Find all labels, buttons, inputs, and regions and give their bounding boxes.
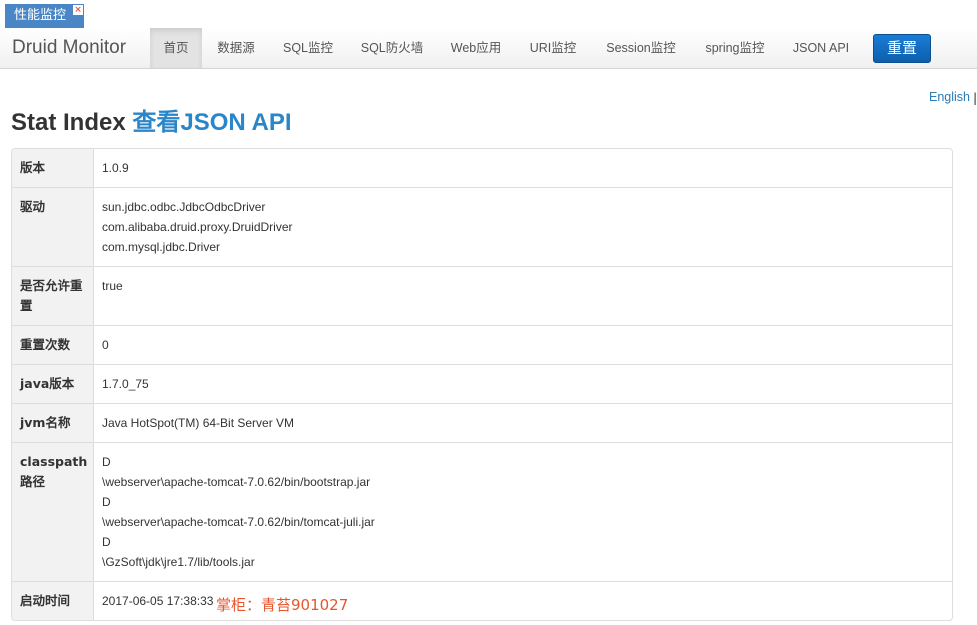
row-value: D \webserver\apache-tomcat-7.0.62/bin/boo… [94,443,952,581]
nav-item-sql-monitor[interactable]: SQL监控 [273,28,343,68]
tab-performance-monitor[interactable]: 性能监控 × [5,4,84,28]
row-label: 是否允许重置 [12,267,94,325]
row-label: 驱动 [12,188,94,266]
value-line: D [102,535,111,549]
close-icon[interactable]: × [73,5,83,15]
value-line: 1.7.0_75 [102,377,149,391]
row-value: 1.0.9 [94,149,952,187]
value-line: \webserver\apache-tomcat-7.0.62/bin/tomc… [102,515,375,529]
tab-strip: 性能监控 × [0,0,977,29]
page-title: Stat Index 查看JSON API [11,102,292,137]
watermark-text: 掌柜：青苔901027 [216,596,349,614]
row-label: 启动时间 [12,582,94,620]
value-line: D [102,495,111,509]
english-link[interactable]: English [929,90,970,104]
value-line: Java HotSpot(TM) 64-Bit Server VM [102,416,295,430]
table-row: 版本 1.0.9 [12,149,952,187]
table-row: java版本 1.7.0_75 [12,364,952,403]
view-json-api-link[interactable]: 查看JSON API [132,109,291,136]
nav-item-sql-firewall[interactable]: SQL防火墙 [350,28,434,68]
row-label: 重置次数 [12,326,94,364]
row-label: 版本 [12,149,94,187]
nav-item-json-api[interactable]: JSON API [783,28,859,68]
table-row: jvm名称 Java HotSpot(TM) 64-Bit Server VM [12,403,952,442]
row-label: classpath路径 [12,443,94,581]
row-value: sun.jdbc.odbc.JdbcOdbcDriver com.alibaba.… [94,188,952,266]
value-line: D [102,455,111,469]
tab-label: 性能监控 [14,8,67,23]
row-value: true [94,267,952,325]
value-line: com.mysql.jdbc.Driver [102,240,221,254]
row-value: Java HotSpot(TM) 64-Bit Server VM [94,404,952,442]
table-row: 是否允许重置 true [12,266,952,325]
stat-table: 版本 1.0.9 驱动 sun.jdbc.odbc.JdbcOdbcDriver com… [11,148,953,621]
nav-item-home[interactable]: 首页 [150,28,202,68]
brand-title[interactable]: Druid Monitor [12,28,126,68]
navbar: Druid Monitor 首页 数据源 SQL监控 SQL防火墙 Web应用 … [0,28,977,69]
row-label: java版本 [12,365,94,403]
nav-item-uri-monitor[interactable]: URI监控 [518,28,588,68]
value-line: 1.0.9 [102,161,129,175]
value-line: true [102,279,123,293]
value-line: 0 [102,338,109,352]
reset-button[interactable]: 重置 [873,34,931,63]
value-line: \webserver\apache-tomcat-7.0.62/bin/boot… [102,475,371,489]
value-line: \GzSoft\jdk\jre1.7/lib/tools.jar [102,555,255,569]
nav-item-datasource[interactable]: 数据源 [205,28,267,68]
row-label: jvm名称 [12,404,94,442]
table-row: 重置次数 0 [12,325,952,364]
value-line: sun.jdbc.odbc.JdbcOdbcDriver [102,200,266,214]
table-row: 启动时间 2017-06-05 17:38:33 [12,581,952,620]
table-row: classpath路径 D \webserver\apache-tomcat-7.0… [12,442,952,581]
value-line: com.alibaba.druid.proxy.DruidDriver [102,220,293,234]
nav-item-web-app[interactable]: Web应用 [440,28,512,68]
row-value: 1.7.0_75 [94,365,952,403]
row-value: 0 [94,326,952,364]
page-title-text: Stat Index [11,109,126,136]
table-row: 驱动 sun.jdbc.odbc.JdbcOdbcDriver com.alibab… [12,187,952,266]
nav-item-spring-monitor[interactable]: spring监控 [695,28,775,68]
lang-separator: | [973,90,977,105]
nav-item-session-monitor[interactable]: Session监控 [595,28,687,68]
